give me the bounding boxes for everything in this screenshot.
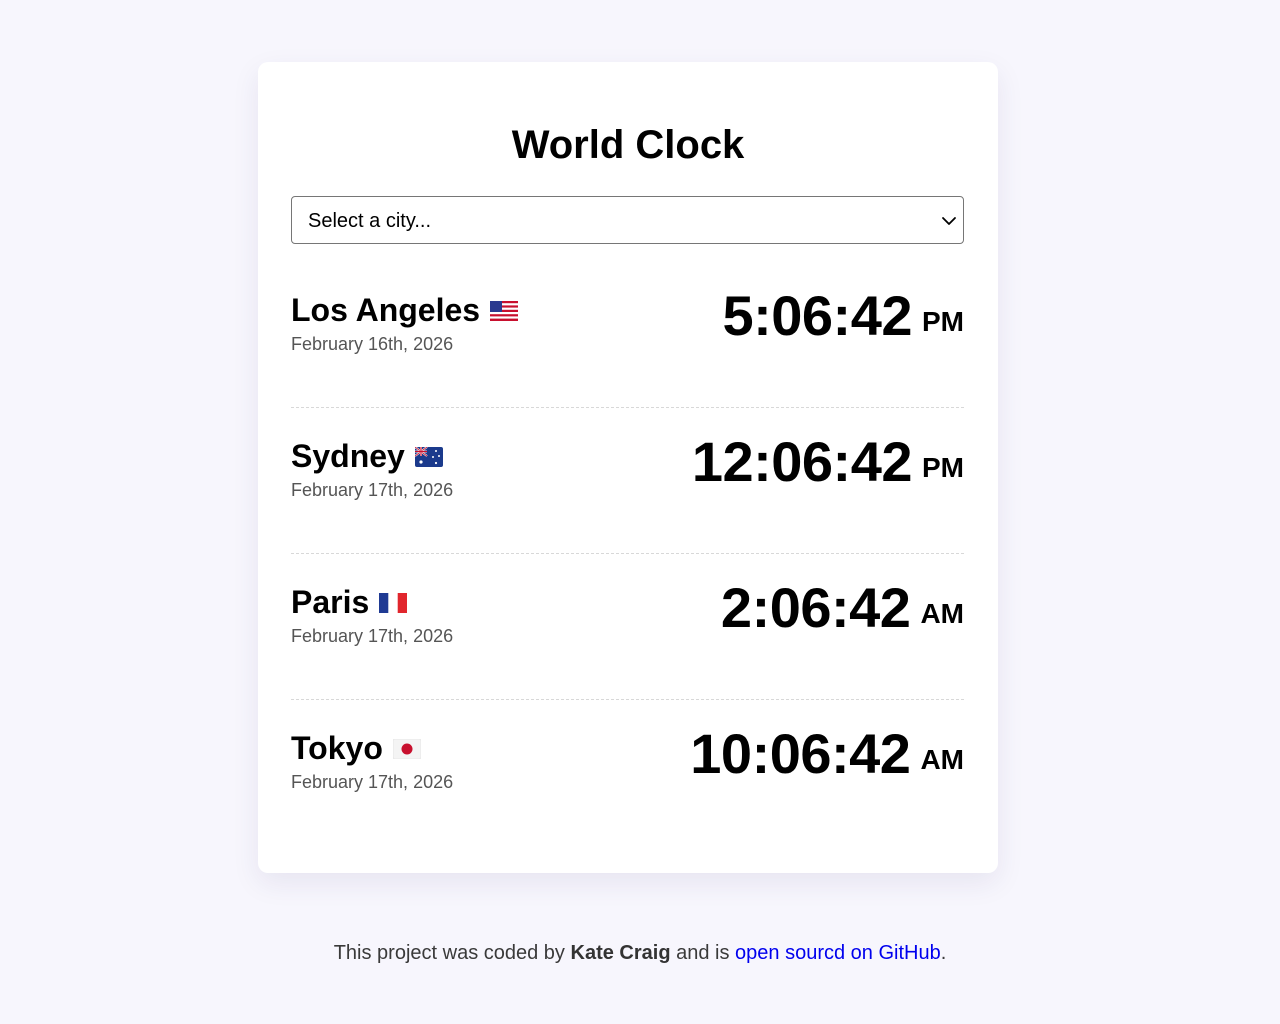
city-date: February 16th, 2026: [291, 334, 454, 354]
footer-middle: and is: [676, 942, 730, 964]
footer: This project was coded by Kate Craig and…: [0, 940, 1280, 966]
github-link[interactable]: open sourcd on GitHub: [735, 942, 941, 964]
city-name: Tokyo: [291, 730, 383, 766]
city-date: February 17th, 2026: [291, 480, 454, 500]
city-row-los-angeles: Los Angeles February 16th, 2026 5:06:42 P…: [291, 262, 964, 408]
page-title: World Clock: [511, 123, 745, 167]
city-name: Paris: [291, 584, 370, 620]
city-time: 5:06:42: [722, 284, 912, 347]
us-flag-icon: [490, 290, 519, 330]
japan-flag-icon: [392, 728, 422, 768]
city-select-value: Select a city...: [308, 210, 432, 232]
footer-author: Kate Craig: [570, 942, 671, 964]
city-ampm: PM: [922, 452, 964, 483]
city-time: 2:06:42: [720, 576, 911, 639]
city-row-sydney: Sydney February 17th, 2026 12:06:42 PM: [291, 408, 964, 554]
city-ampm: AM: [920, 598, 964, 629]
france-flag-icon: [379, 582, 408, 622]
australia-flag-icon: [414, 436, 443, 476]
city-select[interactable]: Select a city...: [291, 196, 964, 244]
city-name: Sydney: [291, 438, 405, 474]
city-time: 10:06:42: [690, 722, 911, 785]
footer-prefix: This project was coded by: [333, 942, 565, 964]
city-ampm: PM: [922, 306, 964, 337]
chevron-down-icon: [942, 217, 956, 225]
world-clock-card: World Clock Select a city... Los Angeles…: [258, 62, 998, 873]
city-row-paris: Paris February 17th, 2026 2:06:42 AM: [291, 554, 964, 700]
city-time: 12:06:42: [691, 430, 913, 493]
footer-suffix: .: [940, 942, 947, 964]
city-date: February 17th, 2026: [291, 772, 454, 792]
city-name: Los Angeles: [291, 292, 481, 328]
city-row-tokyo: Tokyo February 17th, 2026 10:06:42 AM: [291, 700, 964, 846]
city-date: February 17th, 2026: [291, 626, 454, 646]
city-ampm: AM: [920, 744, 964, 775]
